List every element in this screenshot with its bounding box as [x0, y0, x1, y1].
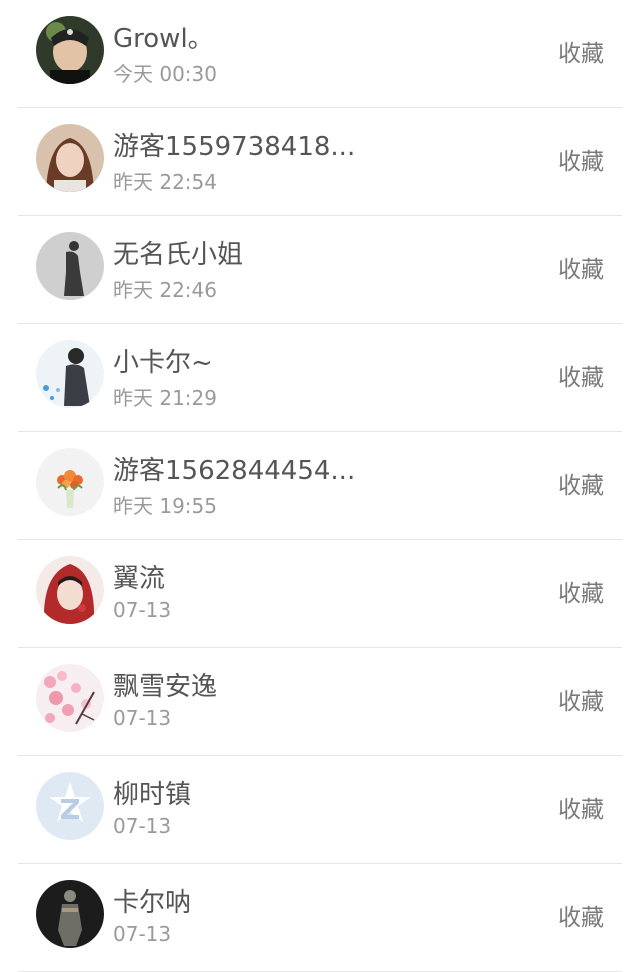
avatar[interactable] [36, 124, 104, 192]
avatar[interactable] [36, 556, 104, 624]
visit-time: 昨天 19:55 [113, 494, 217, 518]
favorite-button[interactable]: 收藏 [558, 790, 604, 824]
list-item[interactable]: 卡尔呐 07-13 收藏 [0, 864, 640, 972]
list-item[interactable]: 翼流 07-13 收藏 [0, 540, 640, 648]
list-item[interactable]: 游客1559738418... 昨天 22:54 收藏 [0, 108, 640, 216]
avatar[interactable] [36, 16, 104, 84]
favorite-button[interactable]: 收藏 [558, 682, 604, 716]
avatar[interactable] [36, 448, 104, 516]
favorite-button[interactable]: 收藏 [558, 574, 604, 608]
avatar[interactable] [36, 664, 104, 732]
visit-time: 昨天 22:46 [113, 278, 217, 302]
visitor-name: 柳时镇 [113, 780, 192, 810]
visitor-name: 翼流 [113, 564, 166, 594]
visit-time: 07-13 [113, 814, 172, 838]
visitor-name: 无名氏小姐 [113, 240, 244, 270]
visitor-name: 游客1562844454... [113, 456, 353, 486]
list-item[interactable]: 飘雪安逸 07-13 收藏 [0, 648, 640, 756]
avatar[interactable] [36, 772, 104, 840]
visit-time: 昨天 22:54 [113, 170, 217, 194]
visit-time: 07-13 [113, 706, 172, 730]
visit-time: 07-13 [113, 598, 172, 622]
visitor-list: Growl。 今天 00:30 收藏 游客1559738418... 昨天 22… [0, 0, 640, 972]
visitor-name: 游客1559738418... [113, 132, 353, 162]
favorite-button[interactable]: 收藏 [558, 898, 604, 932]
avatar[interactable] [36, 232, 104, 300]
visitor-name: 卡尔呐 [113, 888, 192, 918]
favorite-button[interactable]: 收藏 [558, 250, 604, 284]
visit-time: 今天 00:30 [113, 62, 217, 86]
visitor-name: 小卡尔~ [113, 348, 213, 378]
list-item[interactable]: 无名氏小姐 昨天 22:46 收藏 [0, 216, 640, 324]
list-item[interactable]: 柳时镇 07-13 收藏 [0, 756, 640, 864]
avatar[interactable] [36, 880, 104, 948]
favorite-button[interactable]: 收藏 [558, 466, 604, 500]
list-item[interactable]: 游客1562844454... 昨天 19:55 收藏 [0, 432, 640, 540]
visitor-name: Growl。 [113, 24, 214, 54]
visit-time: 07-13 [113, 922, 172, 946]
list-item[interactable]: 小卡尔~ 昨天 21:29 收藏 [0, 324, 640, 432]
favorite-button[interactable]: 收藏 [558, 34, 604, 68]
favorite-button[interactable]: 收藏 [558, 358, 604, 392]
avatar[interactable] [36, 340, 104, 408]
visitor-name: 飘雪安逸 [113, 672, 218, 702]
list-item[interactable]: Growl。 今天 00:30 收藏 [0, 0, 640, 108]
favorite-button[interactable]: 收藏 [558, 142, 604, 176]
visit-time: 昨天 21:29 [113, 386, 217, 410]
